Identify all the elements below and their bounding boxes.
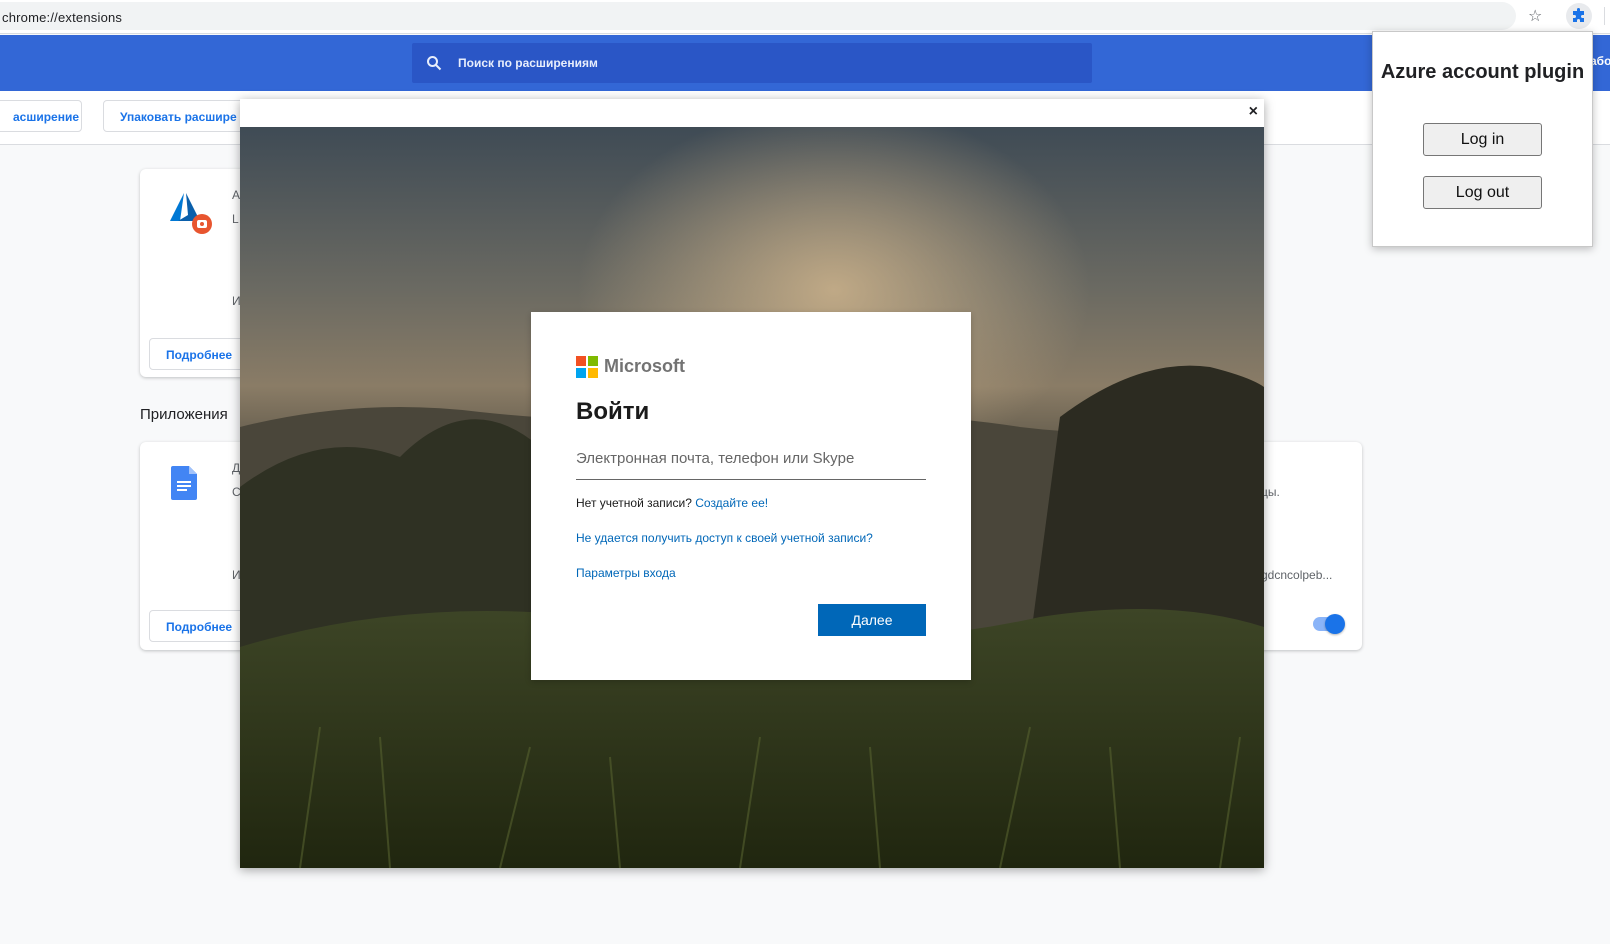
signin-options-link[interactable]: Параметры входа (576, 566, 676, 580)
url-text: chrome://extensions (2, 10, 123, 25)
logout-label: Log out (1455, 184, 1510, 201)
details-label: Подробнее (166, 348, 233, 362)
logo-square (576, 356, 586, 366)
microsoft-logo-icon (576, 356, 598, 378)
search-icon (427, 56, 442, 71)
popup-title-bar: × (240, 99, 1264, 127)
extension-name: A (232, 188, 241, 202)
details-button[interactable]: Подробнее (149, 610, 249, 642)
extension-popup-title: Azure account plugin (1380, 61, 1585, 83)
extension-popup: Azure account plugin Log in Log out (1372, 31, 1593, 247)
logo-square (576, 368, 586, 378)
login-label: Log in (1460, 131, 1505, 148)
logo-square (588, 368, 598, 378)
pack-extension-label: Упаковать расшире (120, 110, 237, 124)
extension-description: L (232, 212, 239, 226)
url-field[interactable]: chrome://extensions (0, 2, 1516, 30)
search-input[interactable]: Поиск по расширениям (412, 43, 1092, 83)
azure-icon (170, 193, 212, 234)
signin-title: Войти (576, 398, 650, 425)
extensions-header: Поиск по расширениям або (0, 35, 1610, 91)
microsoft-login-dialog: Microsoft Войти Электронная почта, телеф… (531, 312, 971, 680)
enable-toggle-knob[interactable] (1325, 614, 1345, 634)
cant-access-link[interactable]: Не удается получить доступ к своей учетн… (576, 531, 873, 545)
no-account-text: Нет учетной записи? (576, 496, 692, 510)
email-field[interactable]: Электронная почта, телефон или Skype (576, 444, 926, 480)
search-placeholder: Поиск по расширениям (458, 56, 598, 70)
logout-button[interactable]: Log out (1423, 176, 1542, 209)
details-button[interactable]: Подробнее (149, 338, 249, 370)
star-icon[interactable]: ☆ (1528, 6, 1542, 26)
login-button[interactable]: Log in (1423, 123, 1542, 156)
load-unpacked-button[interactable]: асширение (0, 100, 82, 132)
app-id-tail: gdcncolpeb... (1261, 568, 1333, 582)
puzzle-icon (1573, 8, 1584, 22)
details-label: Подробнее (166, 620, 233, 634)
docs-icon (171, 466, 197, 500)
no-account-line: Нет учетной записи? Создайте ее! (576, 496, 768, 510)
pack-extension-button[interactable]: Упаковать расшире (103, 100, 253, 132)
logo-square (588, 356, 598, 366)
next-label: Далее (851, 612, 893, 628)
apps-section-title: Приложения (140, 406, 228, 423)
load-unpacked-label: асширение (13, 110, 80, 124)
address-bar: chrome://extensions ☆ (0, 0, 1610, 34)
close-icon[interactable]: × (1249, 103, 1258, 121)
toolbar-separator (1604, 7, 1605, 25)
app-name: Д (232, 461, 241, 475)
email-placeholder: Электронная почта, телефон или Skype (576, 450, 855, 467)
microsoft-brand: Microsoft (604, 356, 685, 376)
extensions-button[interactable] (1566, 3, 1592, 29)
dev-mode-label: або (1590, 54, 1610, 68)
next-button[interactable]: Далее (818, 604, 926, 636)
create-account-link[interactable]: Создайте ее! (695, 496, 768, 510)
